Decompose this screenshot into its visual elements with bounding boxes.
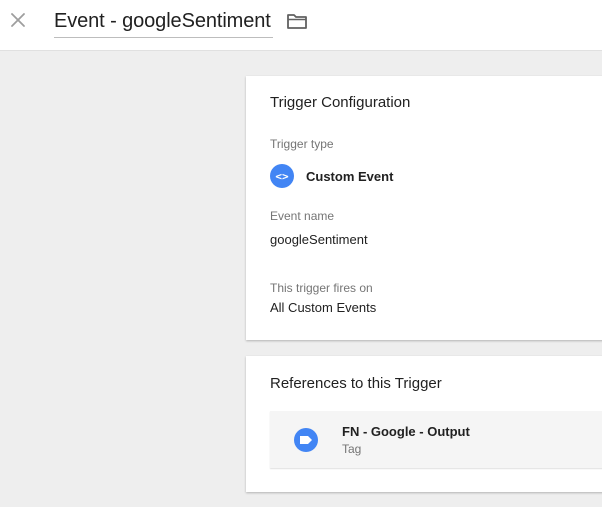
reference-name: FN - Google - Output [342, 424, 470, 439]
trigger-configuration-card[interactable]: Trigger Configuration Trigger type <> Cu… [246, 76, 602, 340]
event-name-label: Event name [270, 209, 335, 223]
trigger-type-label: Trigger type [270, 137, 334, 151]
tag-icon [294, 428, 318, 452]
fires-on-value: All Custom Events [270, 300, 377, 315]
reference-type: Tag [342, 442, 362, 456]
fires-on-label: This trigger fires on [270, 281, 373, 295]
title-field[interactable]: Event - googleSentiment [54, 7, 273, 38]
close-icon[interactable] [8, 10, 28, 30]
card-title: References to this Trigger [270, 375, 442, 392]
trigger-type-value: Custom Event [306, 168, 394, 184]
folder-icon[interactable] [286, 12, 308, 30]
top-bar: Event - googleSentiment [0, 0, 602, 51]
references-card: References to this Trigger FN - Google -… [246, 356, 602, 492]
code-brackets-icon: <> [270, 164, 294, 188]
trigger-type-row: <> Custom Event [270, 164, 393, 188]
event-name-value: googleSentiment [270, 232, 368, 247]
page-title[interactable]: Event - googleSentiment [54, 10, 271, 32]
card-title: Trigger Configuration [270, 94, 411, 111]
reference-item[interactable]: FN - Google - Output Tag [270, 411, 602, 468]
